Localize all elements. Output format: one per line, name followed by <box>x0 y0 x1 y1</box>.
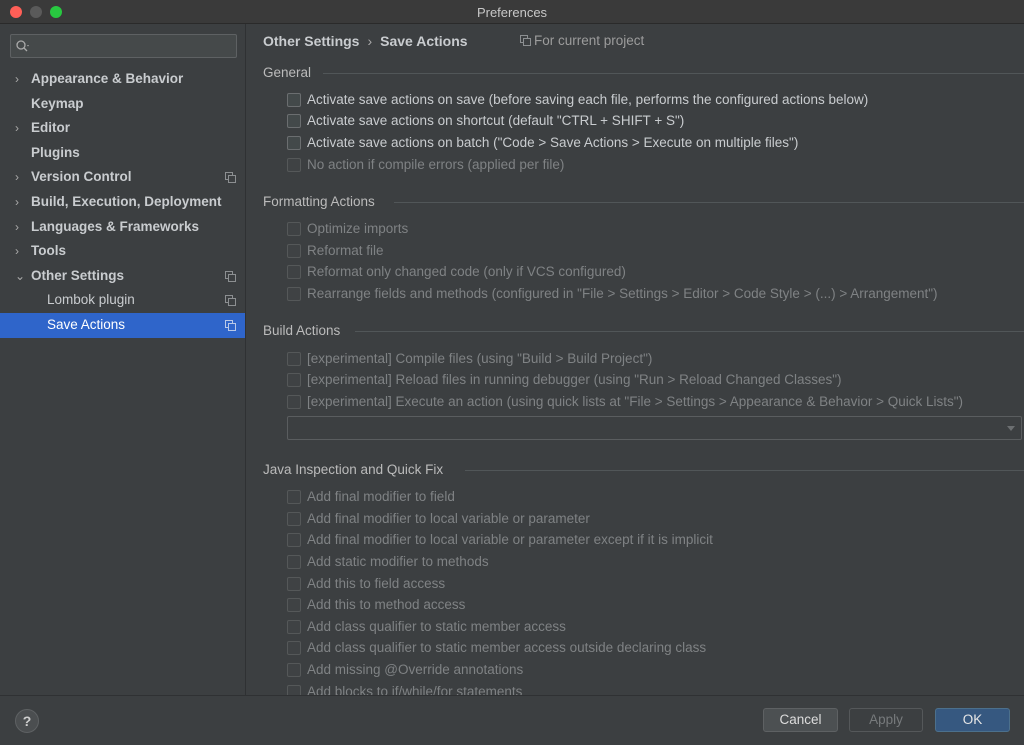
checkbox[interactable] <box>287 620 301 634</box>
settings-tree: › Appearance & Behavior Keymap › Editor … <box>0 67 245 338</box>
chevron-right-icon[interactable]: › <box>15 215 25 240</box>
sidebar-item-label: Tools <box>31 243 66 259</box>
chevron-right-icon[interactable]: › <box>15 165 25 190</box>
section-divider <box>465 470 1024 471</box>
checkbox[interactable] <box>287 265 301 279</box>
settings-search-input[interactable] <box>10 34 237 58</box>
section-title-build-actions: Build Actions <box>263 323 341 338</box>
checkbox[interactable] <box>287 136 301 150</box>
sidebar-item-build-execution-deployment[interactable]: › Build, Execution, Deployment <box>0 190 245 215</box>
section-title-java-inspection: Java Inspection and Quick Fix <box>263 462 444 477</box>
chevron-right-icon[interactable]: › <box>15 67 25 92</box>
sidebar-item-label: Plugins <box>31 144 80 160</box>
breadcrumb-parent[interactable]: Other Settings <box>263 33 359 49</box>
apply-button[interactable]: Apply <box>849 708 923 732</box>
checkbox[interactable] <box>287 533 301 547</box>
sidebar-item-version-control[interactable]: › Version Control <box>0 165 245 190</box>
cancel-button[interactable]: Cancel <box>763 708 838 732</box>
ok-button[interactable]: OK <box>935 708 1010 732</box>
sidebar-item-tools[interactable]: › Tools <box>0 239 245 264</box>
checkbox[interactable] <box>287 158 301 172</box>
checkbox[interactable] <box>287 287 301 301</box>
project-scope-icon <box>225 295 236 307</box>
project-scope-note: For current project <box>520 33 644 48</box>
section-divider <box>394 202 1024 203</box>
checkbox[interactable] <box>287 555 301 569</box>
search-icon <box>16 40 29 52</box>
checkbox[interactable] <box>287 373 301 387</box>
breadcrumb: Other Settings › Save Actions <box>263 33 468 49</box>
sidebar-item-label: Editor <box>31 120 70 136</box>
sidebar-item-languages-frameworks[interactable]: › Languages & Frameworks <box>0 215 245 240</box>
settings-sidebar: › Appearance & Behavior Keymap › Editor … <box>0 24 246 695</box>
section-title-general: General <box>263 65 312 80</box>
checkbox[interactable] <box>287 685 301 695</box>
breadcrumb-current: Save Actions <box>380 33 468 49</box>
checkbox[interactable] <box>287 352 301 366</box>
sidebar-item-keymap[interactable]: Keymap <box>0 92 245 117</box>
sidebar-item-label: Version Control <box>31 169 132 185</box>
checkbox[interactable] <box>287 598 301 612</box>
chevron-right-icon[interactable]: › <box>15 190 25 215</box>
sidebar-item-editor[interactable]: › Editor <box>0 116 245 141</box>
section-divider <box>323 73 1024 74</box>
sidebar-item-label: Lombok plugin <box>47 292 135 308</box>
sidebar-item-label: Other Settings <box>31 267 125 283</box>
checkbox[interactable] <box>287 577 301 591</box>
chevron-down-icon <box>1007 426 1015 431</box>
checkbox[interactable] <box>287 114 301 128</box>
checkbox[interactable] <box>287 222 301 236</box>
checkbox[interactable] <box>287 244 301 258</box>
window-titlebar: Preferences <box>0 0 1024 24</box>
sidebar-item-label: Languages & Frameworks <box>31 218 200 234</box>
sidebar-item-plugins[interactable]: Plugins <box>0 141 245 166</box>
chevron-down-icon[interactable]: ⌄ <box>15 264 25 289</box>
checkbox[interactable] <box>287 663 301 677</box>
sidebar-item-label: Build, Execution, Deployment <box>31 193 222 209</box>
section-divider <box>355 331 1024 332</box>
checkbox[interactable] <box>287 395 301 409</box>
chevron-right-icon[interactable]: › <box>15 239 25 264</box>
sidebar-item-other-settings[interactable]: ⌄ Other Settings <box>0 264 245 289</box>
project-scope-icon <box>225 270 236 282</box>
window-title: Preferences <box>476 5 548 20</box>
project-scope-icon <box>520 35 531 46</box>
sidebar-item-label: Appearance & Behavior <box>31 71 184 86</box>
section-title-formatting-actions: Formatting Actions <box>263 194 375 209</box>
sidebar-item-appearance-behavior[interactable]: › Appearance & Behavior <box>0 67 245 92</box>
settings-content: Other Settings › Save Actions For current … <box>247 24 1024 695</box>
sidebar-item-save-actions[interactable]: Save Actions <box>0 312 245 338</box>
breadcrumb-separator: › <box>367 33 373 49</box>
project-scope-icon <box>225 319 236 331</box>
dialog-footer: ? Cancel Apply OK <box>0 695 1024 745</box>
checkbox[interactable] <box>287 512 301 526</box>
sidebar-item-label: Keymap <box>31 95 84 111</box>
checkbox[interactable] <box>287 490 301 504</box>
sidebar-item-lombok-plugin[interactable]: Lombok plugin <box>0 288 245 313</box>
checkbox[interactable] <box>287 93 301 107</box>
chevron-right-icon[interactable]: › <box>15 116 25 141</box>
help-button[interactable]: ? <box>15 709 39 733</box>
project-scope-label: For current project <box>534 33 645 48</box>
checkbox[interactable] <box>287 641 301 655</box>
sidebar-item-label: Save Actions <box>47 316 126 332</box>
quick-list-dropdown[interactable] <box>287 416 1022 440</box>
project-scope-icon <box>225 172 236 184</box>
